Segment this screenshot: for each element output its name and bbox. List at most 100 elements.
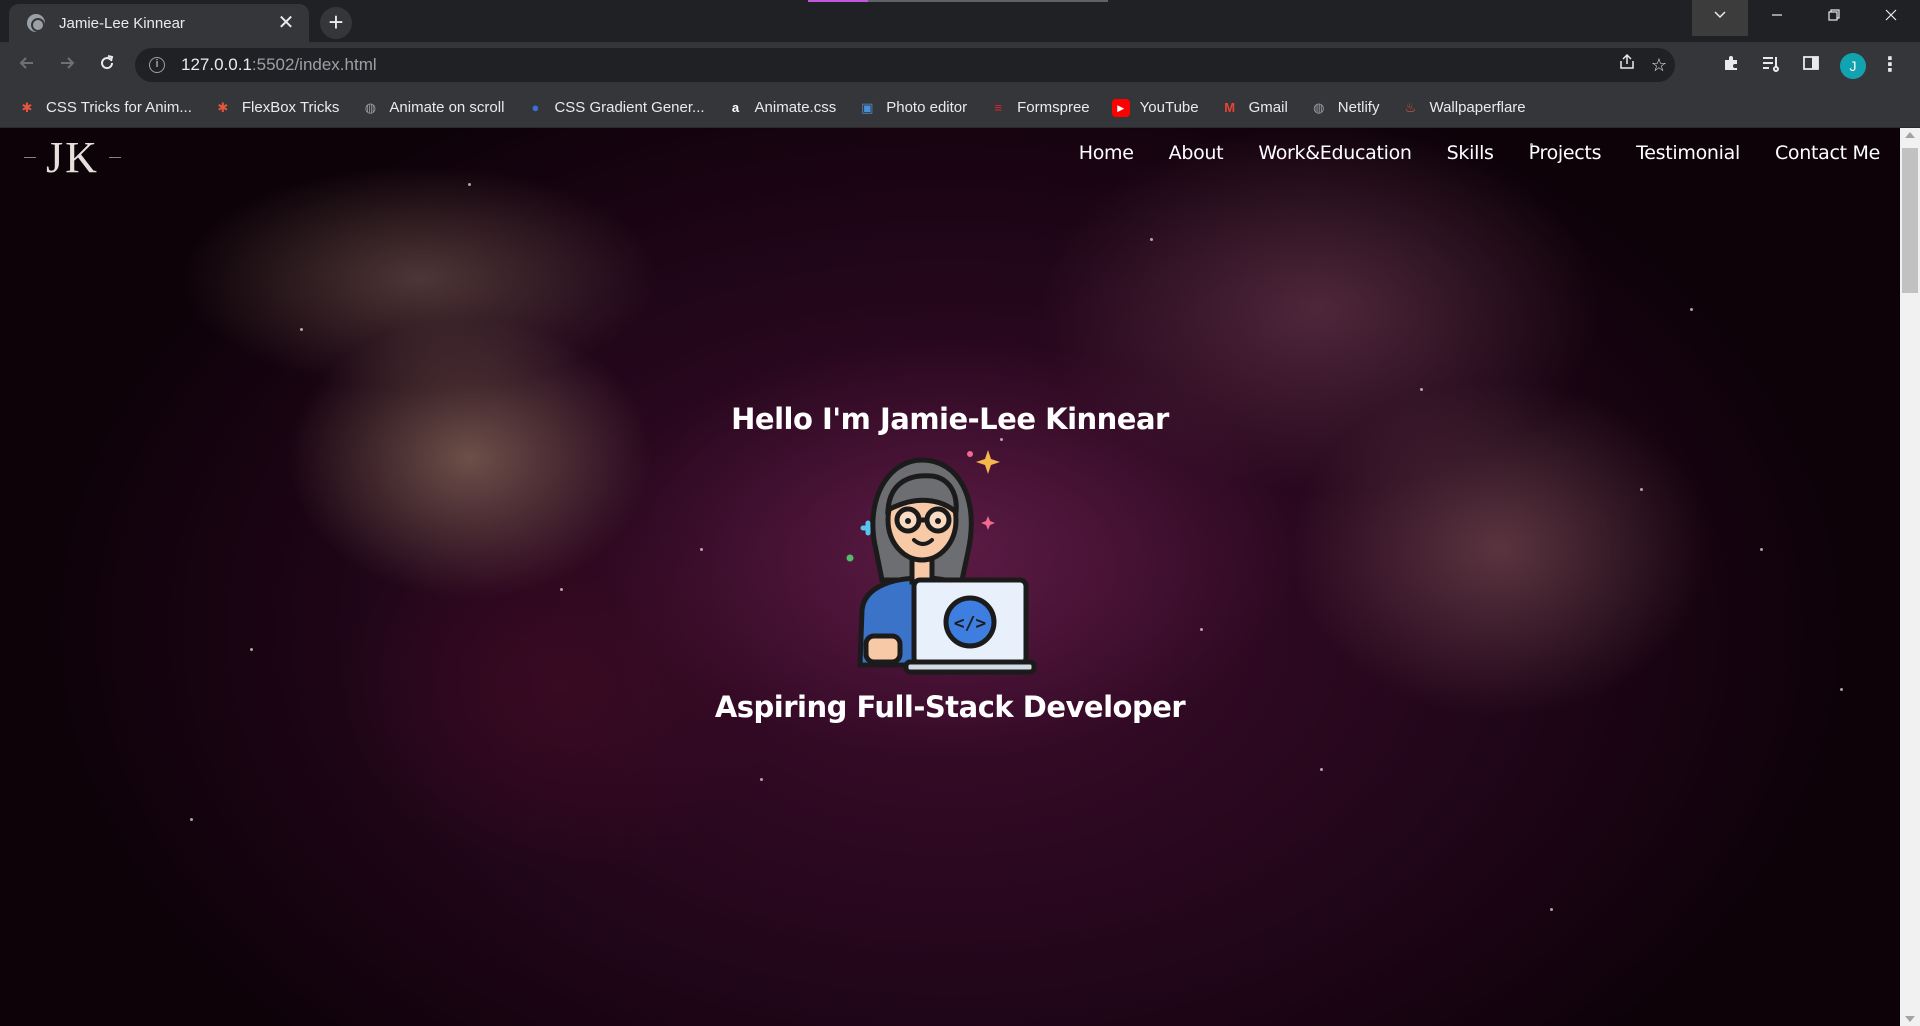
star xyxy=(1550,908,1553,911)
bookmarks-bar: ✱ CSS Tricks for Anim... ✱ FlexBox Tricks ◍ A… xyxy=(0,88,1920,128)
star xyxy=(760,778,763,781)
share-icon[interactable] xyxy=(1615,53,1639,77)
star xyxy=(1320,768,1323,771)
hero-title: Hello I'm Jamie-Lee Kinnear xyxy=(731,402,1169,436)
site-logo[interactable]: JK xyxy=(14,132,131,183)
flame-icon: ♨ xyxy=(1404,99,1417,115)
arrow-right-icon xyxy=(61,57,75,69)
bookmark-label: FlexBox Tricks xyxy=(241,99,340,116)
scrollbar-thumb[interactable] xyxy=(1902,148,1918,293)
address-bar[interactable]: i 127.0.0.1:5502/index.html ☆ xyxy=(135,48,1675,82)
url-host: 127.0.0.1 xyxy=(181,55,252,74)
scroll-up-arrow-icon[interactable] xyxy=(1905,132,1915,138)
reload-icon xyxy=(101,55,114,70)
globe-icon xyxy=(27,14,45,32)
bookmark-label: Photo editor xyxy=(886,99,968,116)
nav-link-home[interactable]: Home xyxy=(1079,142,1134,164)
page-scrollbar[interactable] xyxy=(1900,128,1920,1026)
logo-dash-right xyxy=(108,157,121,158)
bookmark-item[interactable]: ◍ Animate on scroll xyxy=(361,99,505,117)
bookmark-item[interactable]: ▶ YouTube xyxy=(1111,98,1199,117)
side-panel-icon[interactable] xyxy=(1798,53,1824,79)
star xyxy=(1760,548,1763,551)
nav-link-work-education[interactable]: Work&Education xyxy=(1258,142,1412,164)
globe-icon: ◍ xyxy=(1313,99,1325,115)
bookmark-item[interactable]: ● CSS Gradient Gener... xyxy=(526,99,705,117)
site-info-icon[interactable]: i xyxy=(149,57,165,73)
close-window-button[interactable] xyxy=(1863,0,1919,36)
sparkle-gold-icon xyxy=(976,450,1000,474)
bookmark-item[interactable]: ◍ Netlify xyxy=(1310,99,1380,117)
bookmark-item[interactable]: ≡ Formspree xyxy=(989,99,1090,117)
forward-button[interactable] xyxy=(52,50,82,80)
bookmark-label: Netlify xyxy=(1337,99,1380,116)
asterisk-icon: ✱ xyxy=(21,99,33,115)
reading-list-icon[interactable] xyxy=(1758,53,1784,79)
bookmark-item[interactable]: ♨ Wallpaperflare xyxy=(1401,99,1526,117)
profile-avatar[interactable]: J xyxy=(1840,53,1866,79)
browser-toolbar: i 127.0.0.1:5502/index.html ☆ J ⋮ xyxy=(0,42,1920,88)
browser-menu-icon[interactable]: ⋮ xyxy=(1880,53,1900,79)
arrow-left-icon xyxy=(19,57,33,69)
bookmark-label: CSS Gradient Gener... xyxy=(554,99,705,116)
nav-link-testimonial[interactable]: Testimonial xyxy=(1636,142,1740,164)
code-badge-text: </> xyxy=(954,613,987,634)
bookmark-item[interactable]: a Animate.css xyxy=(727,99,837,117)
restore-window-button[interactable] xyxy=(1806,0,1862,36)
bookmark-label: Animate on scroll xyxy=(389,99,505,116)
animate-icon: a xyxy=(731,99,740,115)
hero-subtitle: Aspiring Full-Stack Developer xyxy=(714,690,1186,724)
star xyxy=(1200,628,1203,631)
reload-button[interactable] xyxy=(92,50,122,80)
bookmark-label: Animate.css xyxy=(754,99,837,116)
star xyxy=(700,548,703,551)
star xyxy=(1690,308,1693,311)
star xyxy=(190,818,193,821)
photo-icon: ▣ xyxy=(861,99,874,115)
tab-search-button[interactable] xyxy=(1692,0,1748,36)
star xyxy=(300,328,303,331)
bookmark-label: Formspree xyxy=(1017,99,1090,116)
star xyxy=(1150,238,1153,241)
asterisk-icon: ✱ xyxy=(217,99,229,115)
star xyxy=(1640,488,1643,491)
gmail-icon: M xyxy=(1224,99,1236,115)
sparkle-pink-icon xyxy=(981,516,995,530)
gradient-icon: ● xyxy=(531,99,540,115)
url-path: :5502/index.html xyxy=(251,55,377,74)
bookmark-item[interactable]: M Gmail xyxy=(1221,99,1288,117)
tab-strip-accent xyxy=(808,0,868,2)
scroll-down-arrow-icon[interactable] xyxy=(1905,1016,1915,1022)
star xyxy=(250,648,253,651)
youtube-icon: ▶ xyxy=(1111,98,1130,117)
bookmark-item[interactable]: ✱ CSS Tricks for Anim... xyxy=(18,99,192,117)
restore-icon xyxy=(1828,9,1840,21)
minimize-window-button[interactable] xyxy=(1749,0,1805,36)
browser-tab-active[interactable]: Jamie-Lee Kinnear ✕ xyxy=(9,4,309,42)
chevron-down-icon xyxy=(1714,11,1726,19)
formspree-icon: ≡ xyxy=(994,99,1002,115)
nav-link-about[interactable]: About xyxy=(1169,142,1224,164)
sparkle-green-dot xyxy=(846,554,854,562)
url-text: 127.0.0.1:5502/index.html xyxy=(181,55,377,75)
bookmark-label: Gmail xyxy=(1248,99,1288,116)
nav-link-projects[interactable]: Projects xyxy=(1529,142,1602,164)
back-button[interactable] xyxy=(12,50,42,80)
globe-icon: ◍ xyxy=(364,99,377,115)
bookmark-star-icon[interactable]: ☆ xyxy=(1647,53,1671,77)
sparkle-pink-dot xyxy=(967,451,973,457)
page-viewport: JK Home About Work&Education Skills Proj… xyxy=(0,128,1900,1026)
star xyxy=(1420,388,1423,391)
bookmark-item[interactable]: ✱ FlexBox Tricks xyxy=(214,99,340,117)
extensions-icon[interactable] xyxy=(1718,53,1744,79)
bookmark-label: YouTube xyxy=(1139,99,1199,116)
new-tab-button[interactable]: + xyxy=(320,7,352,39)
tab-close-button[interactable]: ✕ xyxy=(275,12,297,34)
bookmark-item[interactable]: ▣ Photo editor xyxy=(858,99,967,117)
site-navbar: JK Home About Work&Education Skills Proj… xyxy=(0,128,1900,188)
browser-tab-strip: Jamie-Lee Kinnear ✕ + xyxy=(0,0,1920,42)
nav-link-contact-me[interactable]: Contact Me xyxy=(1775,142,1880,164)
logo-text: JK xyxy=(46,133,99,182)
nav-link-skills[interactable]: Skills xyxy=(1447,142,1494,164)
bookmark-label: CSS Tricks for Anim... xyxy=(46,99,192,116)
